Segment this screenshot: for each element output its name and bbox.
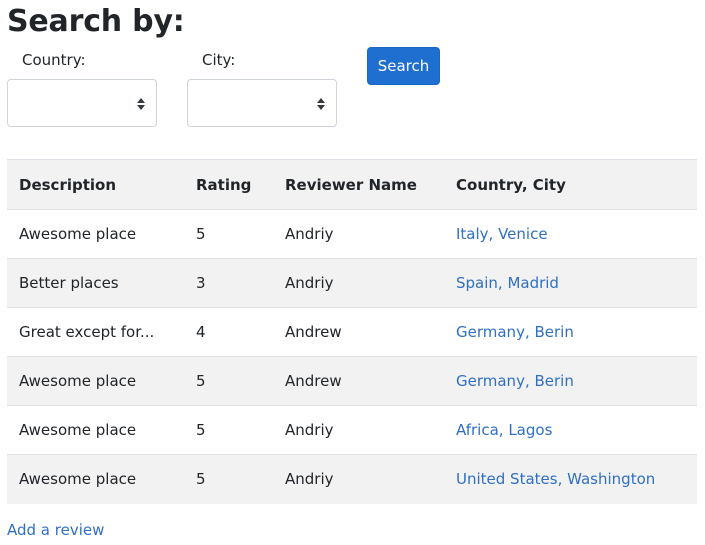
cell-country-city: Spain, Madrid xyxy=(444,258,697,308)
table-row: Awesome place 5 Andriy United States, Wa… xyxy=(7,454,697,504)
table-row: Awesome place 5 Andriy Italy, Venice xyxy=(7,209,697,259)
cell-rating: 4 xyxy=(184,307,273,357)
cell-description: Great except for... xyxy=(7,307,184,357)
table-row: Awesome place 5 Andrew Germany, Berin xyxy=(7,356,697,406)
cell-country-city: Africa, Lagos xyxy=(444,405,697,455)
city-select[interactable] xyxy=(187,79,337,127)
cell-reviewer-name: Andrew xyxy=(273,307,444,357)
cell-description: Awesome place xyxy=(7,454,184,504)
cell-rating: 5 xyxy=(184,405,273,455)
cell-reviewer-name: Andrew xyxy=(273,356,444,406)
cell-rating: 5 xyxy=(184,209,273,259)
location-link[interactable]: Germany, Berin xyxy=(456,372,574,390)
page-title: Search by: xyxy=(7,4,185,39)
select-arrows-icon xyxy=(317,98,325,110)
table-header-row: Description Rating Reviewer Name Country… xyxy=(7,159,697,210)
reviews-table: Description Rating Reviewer Name Country… xyxy=(7,159,697,504)
country-select[interactable] xyxy=(7,79,157,127)
location-link[interactable]: Germany, Berin xyxy=(456,323,574,341)
cell-reviewer-name: Andriy xyxy=(273,258,444,308)
column-header-rating: Rating xyxy=(184,159,273,210)
cell-description: Better places xyxy=(7,258,184,308)
country-label: Country: xyxy=(22,51,86,69)
cell-description: Awesome place xyxy=(7,405,184,455)
cell-country-city: Italy, Venice xyxy=(444,209,697,259)
cell-description: Awesome place xyxy=(7,209,184,259)
table-row: Awesome place 5 Andriy Africa, Lagos xyxy=(7,405,697,455)
cell-reviewer-name: Andriy xyxy=(273,209,444,259)
add-review-link[interactable]: Add a review xyxy=(7,521,104,539)
city-label: City: xyxy=(202,51,236,69)
cell-rating: 3 xyxy=(184,258,273,308)
table-row: Great except for... 4 Andrew Germany, Be… xyxy=(7,307,697,357)
table-row: Better places 3 Andriy Spain, Madrid xyxy=(7,258,697,308)
location-link[interactable]: Italy, Venice xyxy=(456,225,548,243)
cell-reviewer-name: Andriy xyxy=(273,454,444,504)
column-header-country-city: Country, City xyxy=(444,159,697,210)
cell-description: Awesome place xyxy=(7,356,184,406)
cell-rating: 5 xyxy=(184,356,273,406)
cell-reviewer-name: Andriy xyxy=(273,405,444,455)
cell-country-city: Germany, Berin xyxy=(444,307,697,357)
location-link[interactable]: United States, Washington xyxy=(456,470,655,488)
search-button[interactable]: Search xyxy=(367,47,440,85)
cell-country-city: United States, Washington xyxy=(444,454,697,504)
location-link[interactable]: Spain, Madrid xyxy=(456,274,559,292)
select-arrows-icon xyxy=(137,98,145,110)
cell-country-city: Germany, Berin xyxy=(444,356,697,406)
cell-rating: 5 xyxy=(184,454,273,504)
location-link[interactable]: Africa, Lagos xyxy=(456,421,552,439)
column-header-reviewer-name: Reviewer Name xyxy=(273,159,444,210)
column-header-description: Description xyxy=(7,159,184,210)
